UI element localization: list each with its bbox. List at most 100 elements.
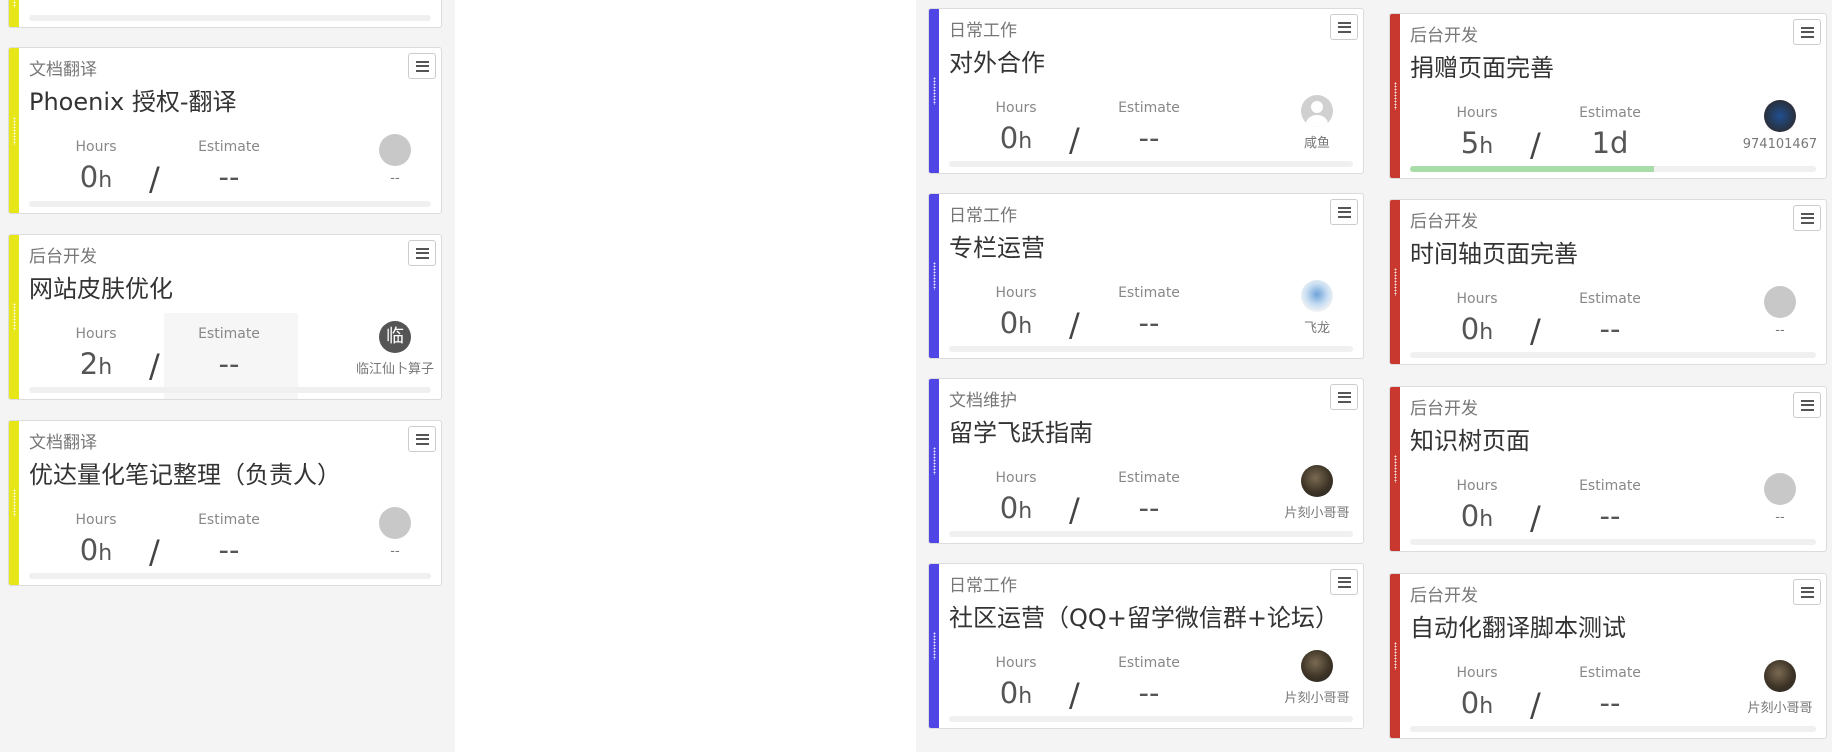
drag-handle-icon[interactable] bbox=[1394, 268, 1397, 296]
task-card[interactable]: 后台开发 捐赠页面完善 Hours Estimate 5h/1d 974101467 bbox=[1389, 13, 1827, 179]
card-color-stripe bbox=[9, 0, 19, 27]
card-title[interactable]: 时间轴页面完善 bbox=[1410, 234, 1578, 269]
card-title[interactable]: 留学飞跃指南 bbox=[949, 413, 1093, 448]
hamburger-icon bbox=[1337, 206, 1351, 218]
drag-handle-icon[interactable] bbox=[1394, 82, 1397, 110]
drag-handle-icon[interactable] bbox=[13, 303, 16, 331]
task-card[interactable]: 文档维护 留学飞跃指南 Hours Estimate 0h / -- 片刻小哥哥 bbox=[928, 378, 1364, 544]
assignee-avatar[interactable] bbox=[379, 507, 411, 539]
hours-value: 0h bbox=[971, 306, 1061, 340]
hours-number: 0 bbox=[1460, 312, 1480, 346]
task-card[interactable]: 后台开发 知识树页面 Hours Estimate 0h / -- -- bbox=[1389, 386, 1827, 552]
hours-label: Hours bbox=[75, 512, 117, 528]
drag-handle-icon[interactable] bbox=[13, 116, 16, 145]
card-category: 文档翻译 bbox=[29, 433, 97, 453]
hours-label: Hours bbox=[75, 326, 117, 342]
card-title[interactable]: 优达量化笔记整理（负责人） bbox=[29, 455, 341, 490]
hamburger-icon bbox=[415, 433, 429, 445]
card-color-stripe bbox=[1390, 14, 1400, 178]
assignee-name: -- bbox=[1775, 323, 1785, 338]
hours-value: 0h bbox=[971, 676, 1061, 710]
assignee-name: 临江仙卜算子 bbox=[355, 362, 434, 377]
task-card[interactable]: 日常工作 专栏运营 Hours Estimate 0h / -- 飞龙 bbox=[928, 193, 1364, 359]
drag-handle-icon[interactable] bbox=[1394, 642, 1397, 670]
card-menu-button[interactable] bbox=[408, 53, 436, 79]
estimate-value: -- bbox=[1138, 306, 1160, 340]
drag-handle-icon[interactable] bbox=[933, 262, 936, 290]
card-menu-button[interactable] bbox=[408, 240, 436, 266]
estimate-value: -- bbox=[1138, 491, 1160, 525]
assignee-avatar[interactable] bbox=[1764, 286, 1796, 318]
hours-unit: h bbox=[98, 168, 113, 193]
card-menu-button[interactable] bbox=[408, 426, 436, 452]
task-card[interactable]: 后台开发 网站皮肤优化 Hours Estimate 2h / -- 临临江仙卜算子 bbox=[8, 234, 442, 400]
hamburger-icon bbox=[1800, 26, 1814, 38]
hours-unit: h bbox=[1018, 499, 1033, 524]
hours-label: Hours bbox=[995, 285, 1037, 301]
hours-number: 0 bbox=[999, 121, 1019, 155]
drag-handle-icon[interactable] bbox=[933, 77, 936, 105]
assignee-avatar[interactable] bbox=[1764, 473, 1796, 505]
card-menu-button[interactable] bbox=[1793, 579, 1821, 605]
drag-handle-icon[interactable] bbox=[13, 0, 16, 8]
card-menu-button[interactable] bbox=[1330, 14, 1358, 40]
estimate-label: Estimate bbox=[198, 326, 260, 342]
card-category: 文档翻译 bbox=[29, 60, 97, 80]
hours-number: 0 bbox=[79, 533, 99, 567]
card-title[interactable]: 自动化翻译脚本测试 bbox=[1410, 608, 1626, 643]
drag-handle-icon[interactable] bbox=[933, 632, 936, 660]
assignee-avatar[interactable]: 临 bbox=[379, 321, 411, 353]
hours-unit: h bbox=[98, 355, 113, 380]
hours-number: 0 bbox=[999, 306, 1019, 340]
card-title[interactable]: 对外合作 bbox=[949, 43, 1045, 78]
card-category: 日常工作 bbox=[949, 21, 1017, 41]
hours-unit: h bbox=[1479, 507, 1494, 532]
assignee-avatar[interactable] bbox=[1301, 465, 1333, 497]
default-user-icon[interactable] bbox=[1301, 95, 1333, 127]
card-title[interactable]: 捐赠页面完善 bbox=[1410, 48, 1554, 83]
assignee-avatar[interactable] bbox=[1764, 660, 1796, 692]
card-menu-button[interactable] bbox=[1330, 569, 1358, 595]
card-title[interactable]: 网站皮肤优化 bbox=[29, 269, 173, 304]
hamburger-icon bbox=[1800, 586, 1814, 598]
task-card[interactable]: 文档翻译 Phoenix 授权-翻译 Hours Estimate 0h / -- -- bbox=[8, 47, 442, 214]
card-menu-button[interactable] bbox=[1793, 19, 1821, 45]
task-card[interactable]: 日常工作 社区运营（QQ+留学微信群+论坛） Hours Estimate 0h / -- 片… bbox=[928, 563, 1364, 729]
drag-handle-icon[interactable] bbox=[933, 447, 936, 475]
progress-bar bbox=[1410, 726, 1816, 732]
hours-unit: h bbox=[1018, 684, 1033, 709]
separator-slash: / bbox=[1530, 499, 1541, 537]
card-title[interactable]: Phoenix 授权-翻译 bbox=[29, 82, 237, 117]
card-menu-button[interactable] bbox=[1330, 384, 1358, 410]
estimate-value: -- bbox=[218, 533, 240, 567]
drag-handle-icon[interactable] bbox=[1394, 455, 1397, 483]
assignee-avatar[interactable] bbox=[1301, 280, 1333, 312]
assignee-avatar[interactable] bbox=[379, 134, 411, 166]
card-category: 后台开发 bbox=[29, 247, 97, 267]
card-menu-button[interactable] bbox=[1330, 199, 1358, 225]
card-title[interactable]: 知识树页面 bbox=[1410, 421, 1530, 456]
task-card[interactable]: 日常工作 对外合作 Hours Estimate 0h / -- 咸鱼 bbox=[928, 8, 1364, 174]
drag-handle-icon[interactable] bbox=[13, 489, 16, 517]
task-card[interactable]: 文档翻译 优达量化笔记整理（负责人） Hours Estimate 0h / -- -- bbox=[8, 420, 442, 586]
hours-unit: h bbox=[1479, 320, 1494, 345]
hours-number: 0 bbox=[1460, 686, 1480, 720]
assignee-avatar[interactable] bbox=[1764, 100, 1796, 132]
assignee-name: 片刻小哥哥 bbox=[1284, 691, 1350, 706]
hours-unit: h bbox=[1018, 314, 1033, 339]
estimate-value: -- bbox=[218, 160, 240, 194]
kanban-column-middle: 日常工作 对外合作 Hours Estimate 0h / -- 咸鱼 日常工作专栏运营 Hour… bbox=[916, 0, 1375, 752]
assignee-avatar[interactable] bbox=[1301, 650, 1333, 682]
card-color-stripe bbox=[9, 421, 19, 585]
card-menu-button[interactable] bbox=[1793, 205, 1821, 231]
card-title[interactable]: 专栏运营 bbox=[949, 228, 1045, 263]
separator-slash: / bbox=[1069, 676, 1080, 714]
card-title[interactable]: 社区运营（QQ+留学微信群+论坛） bbox=[949, 598, 1339, 633]
card-color-stripe bbox=[1390, 387, 1400, 551]
task-card[interactable] bbox=[8, 0, 442, 28]
progress-bar bbox=[1410, 539, 1816, 545]
task-card[interactable]: 后台开发 时间轴页面完善 Hours Estimate 0h / -- -- bbox=[1389, 199, 1827, 365]
card-menu-button[interactable] bbox=[1793, 392, 1821, 418]
estimate-value: -- bbox=[1599, 499, 1621, 533]
task-card[interactable]: 后台开发 自动化翻译脚本测试 Hours Estimate 0h / -- 片刻小哥哥 bbox=[1389, 573, 1827, 739]
